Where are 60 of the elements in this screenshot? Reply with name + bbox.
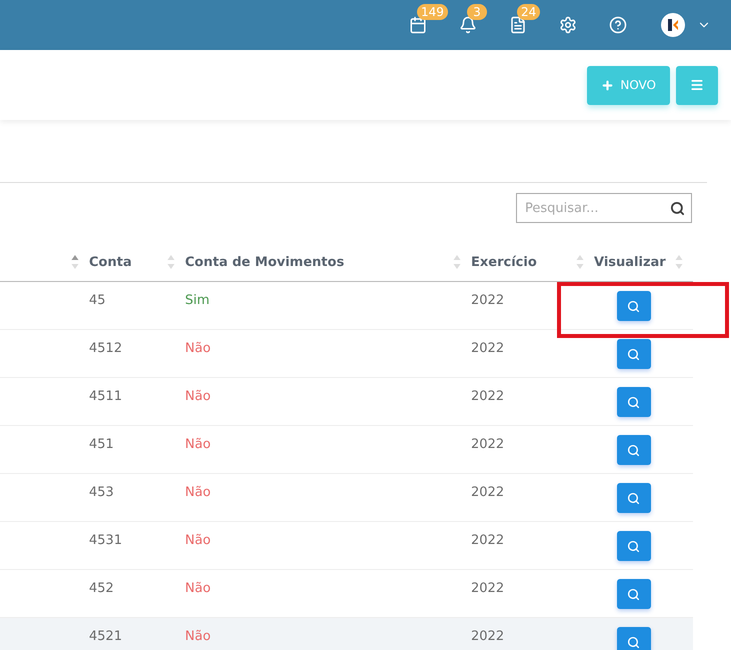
- plus-icon: [601, 78, 614, 92]
- column-header[interactable]: Visualizar: [594, 254, 666, 270]
- table-cell-text: Não: [185, 340, 211, 356]
- menu-button[interactable]: [676, 66, 718, 104]
- table-cell-text: 4531: [89, 532, 122, 548]
- table-cell-text: Não: [185, 436, 211, 452]
- table-cell-text: 2022: [471, 484, 504, 500]
- search-icon[interactable]: [670, 200, 685, 216]
- view-button[interactable]: [616, 387, 650, 417]
- table-cell-text: 2022: [471, 580, 504, 596]
- count-badge: 149: [417, 4, 448, 20]
- table-cell-text: Não: [185, 388, 211, 404]
- logo-icon: [665, 17, 681, 33]
- table-cell-text: Não: [185, 628, 211, 644]
- table-cell-text: 2022: [471, 436, 504, 452]
- search-icon: [627, 492, 640, 504]
- table-cell-text: Não: [185, 484, 211, 500]
- column-header[interactable]: Exercício: [471, 254, 537, 270]
- view-button[interactable]: [616, 483, 650, 513]
- avatar[interactable]: [661, 13, 685, 37]
- settings-icon[interactable]: [559, 16, 577, 34]
- table-cell-text: 4521: [89, 628, 122, 644]
- table-cell-text: Não: [185, 532, 211, 548]
- search-icon: [627, 348, 640, 360]
- view-button[interactable]: [616, 627, 650, 650]
- view-button[interactable]: [616, 435, 650, 465]
- count-badge: 3: [467, 4, 487, 20]
- search-icon: [627, 300, 640, 312]
- table-cell-text: 2022: [471, 532, 504, 548]
- view-button[interactable]: [616, 579, 650, 609]
- table-cell-text: Sim: [185, 292, 210, 308]
- sort-icon[interactable]: [71, 253, 79, 271]
- table-cell-text: 451: [89, 436, 114, 452]
- search-icon: [627, 636, 640, 648]
- table-cell-text: 452: [89, 580, 114, 596]
- column-header[interactable]: Conta de Movimentos: [185, 254, 344, 270]
- bell-icon[interactable]: [459, 16, 477, 34]
- view-button[interactable]: [616, 291, 650, 321]
- document-icon[interactable]: [509, 16, 527, 34]
- search-field[interactable]: Pesquisar...: [516, 193, 692, 223]
- search-icon: [627, 396, 640, 408]
- menu-icon: [690, 78, 704, 92]
- table-cell-text: 2022: [471, 628, 504, 644]
- table-cell-text: 4511: [89, 388, 122, 404]
- table-cell-text: 45: [89, 292, 106, 308]
- table-cell-text: 2022: [471, 388, 504, 404]
- help-icon[interactable]: [609, 16, 627, 34]
- search-icon: [627, 444, 640, 456]
- table-cell-text: 2022: [471, 340, 504, 356]
- table-cell-text: 2022: [471, 292, 504, 308]
- table-cell-text: Não: [185, 580, 211, 596]
- table-cell-text: 4512: [89, 340, 122, 356]
- search-icon: [627, 588, 640, 600]
- view-button[interactable]: [616, 339, 650, 369]
- count-badge: 24: [517, 4, 540, 20]
- search-icon: [627, 540, 640, 552]
- calendar-icon[interactable]: [409, 16, 427, 34]
- table-cell-text: 453: [89, 484, 114, 500]
- column-header[interactable]: Conta: [89, 254, 132, 270]
- view-button[interactable]: [616, 531, 650, 561]
